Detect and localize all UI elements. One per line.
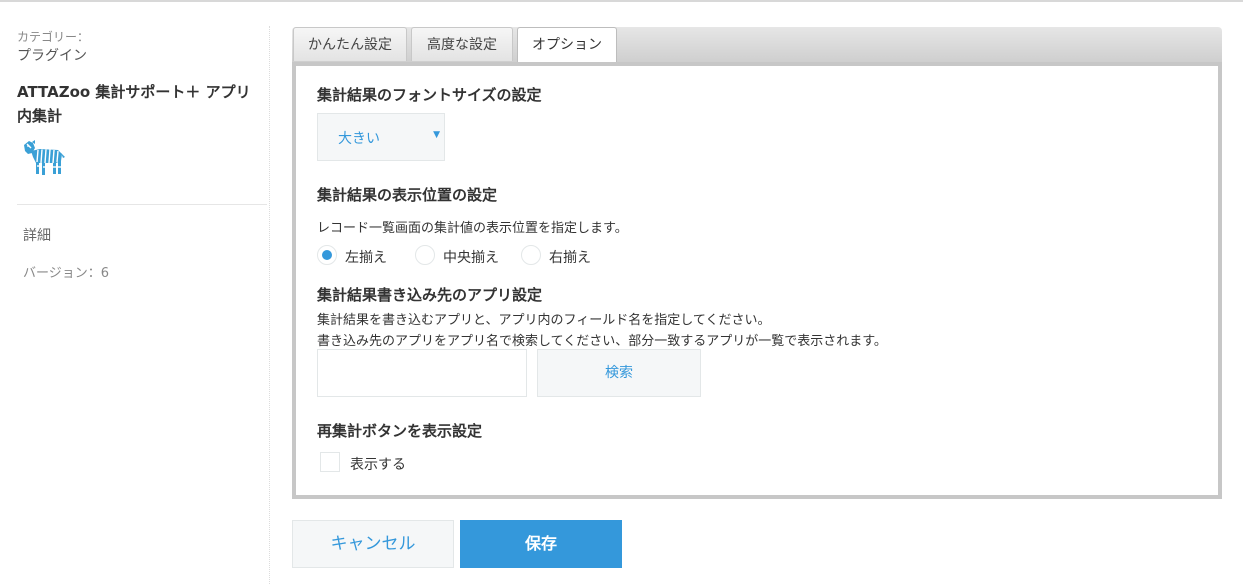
category-label: カテゴリー： — [17, 30, 90, 44]
tab-bar: かんたん設定 高度な設定 オプション — [292, 27, 1222, 63]
show-recalc-checkbox[interactable] — [320, 452, 340, 472]
font-size-heading: 集計結果のフォントサイズの設定 — [317, 86, 542, 104]
radio-label: 左揃え — [345, 250, 387, 266]
save-button[interactable]: 保存 — [460, 520, 622, 568]
radio-label: 中央揃え — [443, 250, 499, 266]
chevron-down-icon: ▼ — [433, 130, 440, 140]
position-description: レコード一覧画面の集計値の表示位置を指定します。 — [317, 221, 628, 236]
show-recalc-label: 表示する — [350, 457, 406, 473]
tab-options[interactable]: オプション — [517, 27, 617, 63]
sidebar-separator — [17, 204, 267, 205]
tab-easy-settings[interactable]: かんたん設定 — [293, 27, 407, 61]
options-panel: 集計結果のフォントサイズの設定 大きい ▼ 集計結果の表示位置の設定 レコード一… — [292, 62, 1222, 499]
radio-indicator — [415, 245, 435, 265]
font-size-select[interactable]: 大きい ▼ — [317, 113, 445, 161]
app-search-input[interactable] — [317, 349, 527, 397]
search-button[interactable]: 検索 — [537, 349, 701, 397]
target-app-line1: 集計結果を書き込むアプリと、アプリ内のフィールド名を指定してください。 — [317, 313, 771, 328]
cancel-button[interactable]: キャンセル — [292, 520, 454, 568]
sidebar: カテゴリー： プラグイン ATTAZoo 集計サポート＋ アプリ内集計 詳細 バ… — [0, 0, 270, 584]
sidebar-divider — [269, 26, 270, 584]
tab-advanced-settings[interactable]: 高度な設定 — [411, 27, 513, 61]
target-app-line2: 書き込み先のアプリをアプリ名で検索してください、部分一致するアプリが一覧で表示さ… — [317, 334, 887, 349]
version-text: バージョン：6 — [23, 266, 110, 281]
font-size-selected: 大きい — [338, 131, 380, 147]
detail-link[interactable]: 詳細 — [23, 225, 51, 245]
plugin-name: ATTAZoo 集計サポート＋ アプリ内集計 — [17, 83, 251, 125]
recalc-heading: 再集計ボタンを表示設定 — [317, 422, 483, 440]
radio-indicator — [521, 245, 541, 265]
category-value: プラグイン — [17, 48, 87, 64]
radio-indicator — [317, 245, 337, 265]
zebra-icon — [20, 139, 66, 177]
radio-label: 右揃え — [549, 250, 591, 266]
position-heading: 集計結果の表示位置の設定 — [317, 186, 498, 204]
target-app-heading: 集計結果書き込み先のアプリ設定 — [317, 286, 543, 304]
